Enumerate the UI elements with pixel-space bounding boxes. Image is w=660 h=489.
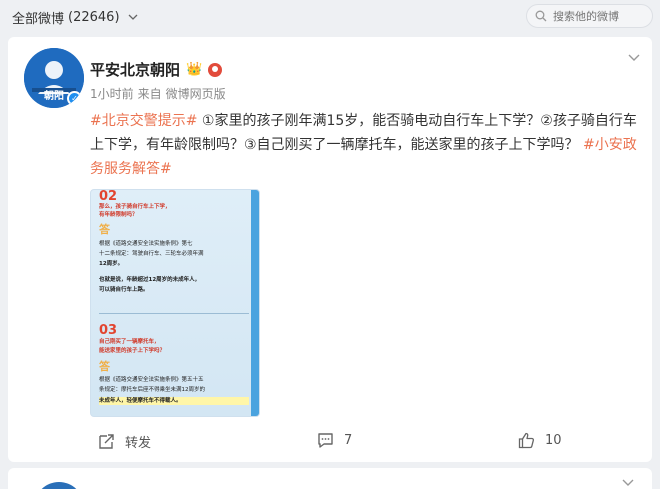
hashtag-link[interactable]: #北京交警提示# [90, 113, 197, 129]
image-text: 自己刚买了一辆摩托车， [99, 339, 160, 345]
username-row: 平安北京朝阳 👑 [90, 59, 223, 80]
image-divider [99, 313, 249, 314]
weibo-post-card: 朝阳 ✓ 平安北京朝阳 👑 1小时前 来自 微博网页版 #北京交警提示# ①家里… [8, 37, 652, 462]
repost-button[interactable]: 转发 [98, 432, 151, 451]
post-content: #北京交警提示# ①家里的孩子刚年满15岁，能否骑电动自行车上下学？②孩子骑自行… [90, 109, 646, 181]
chevron-down-icon [128, 12, 138, 23]
image-number: 02 [99, 189, 118, 204]
image-text: 12周岁。 [99, 261, 124, 267]
image-side-strip [251, 190, 259, 416]
search-box[interactable] [526, 4, 653, 28]
image-text: 有年龄限制吗？ [99, 212, 138, 218]
all-weibo-count: (22646) [68, 10, 120, 25]
next-post-avatar[interactable] [34, 482, 84, 489]
image-text: 条规定：摩托车后座不得乘坐未满12周岁的 [99, 387, 205, 393]
image-text: 十二条规定：驾驶自行车、三轮车必须年满 [99, 251, 204, 257]
image-text: 也就是说，年龄超过12周岁的未成年人， [99, 277, 201, 283]
image-text: 根据《道路交通安全法实施条例》第五十五 [99, 377, 204, 383]
image-text: 根据《道路交通安全法实施条例》第七 [99, 241, 193, 247]
comment-icon [317, 432, 334, 449]
image-text: 能送家里的孩子上下学吗？ [99, 348, 166, 354]
post-image[interactable]: 02 那么，孩子骑自行车上下学， 有年龄限制吗？ 答 根据《道路交通安全法实施条… [90, 189, 260, 417]
search-icon [535, 7, 547, 26]
search-input[interactable] [553, 9, 647, 23]
username[interactable]: 平安北京朝阳 [90, 59, 180, 80]
post-source: 微博网页版 [165, 87, 226, 101]
post-time[interactable]: 1小时前 [90, 85, 134, 102]
repost-icon [98, 433, 115, 450]
top-bar: 全部微博 (22646) [0, 0, 660, 34]
source-prefix: 来自 [137, 87, 162, 101]
like-button[interactable]: 10 [518, 432, 562, 449]
image-text: 那么，孩子骑自行车上下学， [99, 204, 171, 210]
verified-badge-icon: ✓ [67, 91, 82, 106]
comment-count: 7 [344, 433, 353, 448]
avatar[interactable]: 朝阳 ✓ [24, 48, 84, 108]
image-text: 可以骑自行车上路。 [99, 287, 149, 293]
all-weibo-label: 全部微博 [12, 12, 65, 27]
post-actions: 转发 7 10 [8, 427, 652, 457]
red-badge-icon[interactable] [208, 62, 223, 77]
repost-label: 转发 [125, 436, 152, 451]
all-weibo-filter[interactable]: 全部微博 (22646) [12, 8, 138, 27]
image-answer-mark: 答 [99, 360, 110, 373]
thumbs-up-icon [518, 432, 535, 449]
like-count: 10 [545, 433, 562, 448]
comment-button[interactable]: 7 [317, 432, 352, 449]
crown-badge-icon[interactable]: 👑 [186, 62, 202, 77]
post-meta: 1小时前 来自 微博网页版 [90, 85, 226, 102]
next-post-menu-chevron-icon[interactable] [622, 476, 634, 489]
image-answer-mark: 答 [99, 223, 110, 236]
post-menu-chevron-icon[interactable] [628, 51, 640, 65]
image-text: 未成年人，轻便摩托车不得载人。 [99, 397, 249, 405]
image-number: 03 [99, 323, 118, 338]
next-post-card [8, 468, 652, 489]
